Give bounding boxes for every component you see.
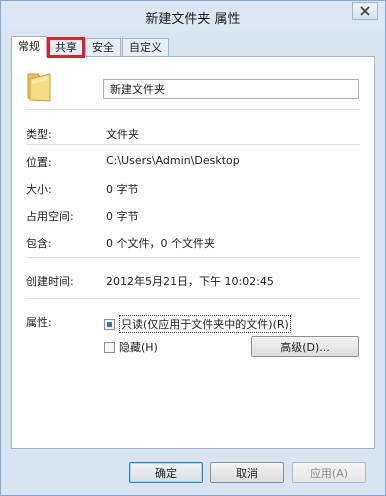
advanced-button[interactable]: 高级(D)...: [251, 336, 359, 357]
size-label: 大小:: [26, 183, 52, 196]
close-button[interactable]: [352, 2, 378, 20]
tab-strip: 常规 共享 安全 自定义: [11, 36, 170, 58]
divider: [26, 257, 360, 258]
folder-icon: [27, 73, 51, 102]
hidden-option[interactable]: 隐藏(H): [104, 339, 158, 355]
location-value: C:\Users\Admin\Desktop: [106, 154, 240, 167]
created-value: 2012年5月21日，下午 10:02:45: [106, 275, 274, 288]
contains-label: 包含:: [26, 237, 52, 250]
tab-security[interactable]: 安全: [85, 38, 121, 57]
divider: [26, 144, 360, 145]
readonly-label: 只读(仅应用于文件夹中的文件)(R): [119, 315, 291, 333]
size-value: 0 字节: [106, 183, 139, 196]
title-bar: 新建文件夹 属性: [1, 1, 385, 31]
created-label: 创建时间:: [26, 275, 74, 288]
disk-size-value: 0 字节: [106, 210, 139, 223]
hidden-label: 隐藏(H): [119, 341, 158, 354]
tab-general[interactable]: 常规: [11, 36, 47, 57]
readonly-checkbox[interactable]: [104, 318, 115, 330]
tab-customize[interactable]: 自定义: [122, 38, 169, 57]
properties-window: 新建文件夹 属性 常规 共享 安全 自定义 类型: 文件夹 位置: C:\Use…: [0, 0, 386, 496]
contains-value: 0 个文件，0 个文件夹: [106, 237, 215, 250]
readonly-option[interactable]: 只读(仅应用于文件夹中的文件)(R): [104, 315, 291, 333]
divider: [26, 298, 360, 299]
apply-button[interactable]: 应用(A): [292, 462, 366, 483]
tab-sharing[interactable]: 共享: [47, 37, 85, 58]
type-label: 类型:: [26, 128, 52, 141]
close-icon: [360, 6, 370, 16]
divider: [26, 109, 360, 110]
type-value: 文件夹: [106, 128, 139, 141]
location-label: 位置:: [26, 156, 52, 169]
ok-button[interactable]: 确定: [129, 462, 203, 483]
disk-size-label: 占用空间:: [26, 210, 74, 223]
cancel-button[interactable]: 取消: [210, 462, 284, 483]
attributes-label: 属性:: [26, 316, 52, 329]
hidden-checkbox[interactable]: [104, 341, 115, 353]
window-title: 新建文件夹 属性: [145, 12, 241, 27]
general-panel: 类型: 文件夹 位置: C:\Users\Admin\Desktop 大小: 0…: [11, 56, 375, 449]
folder-name-input[interactable]: [103, 79, 359, 99]
